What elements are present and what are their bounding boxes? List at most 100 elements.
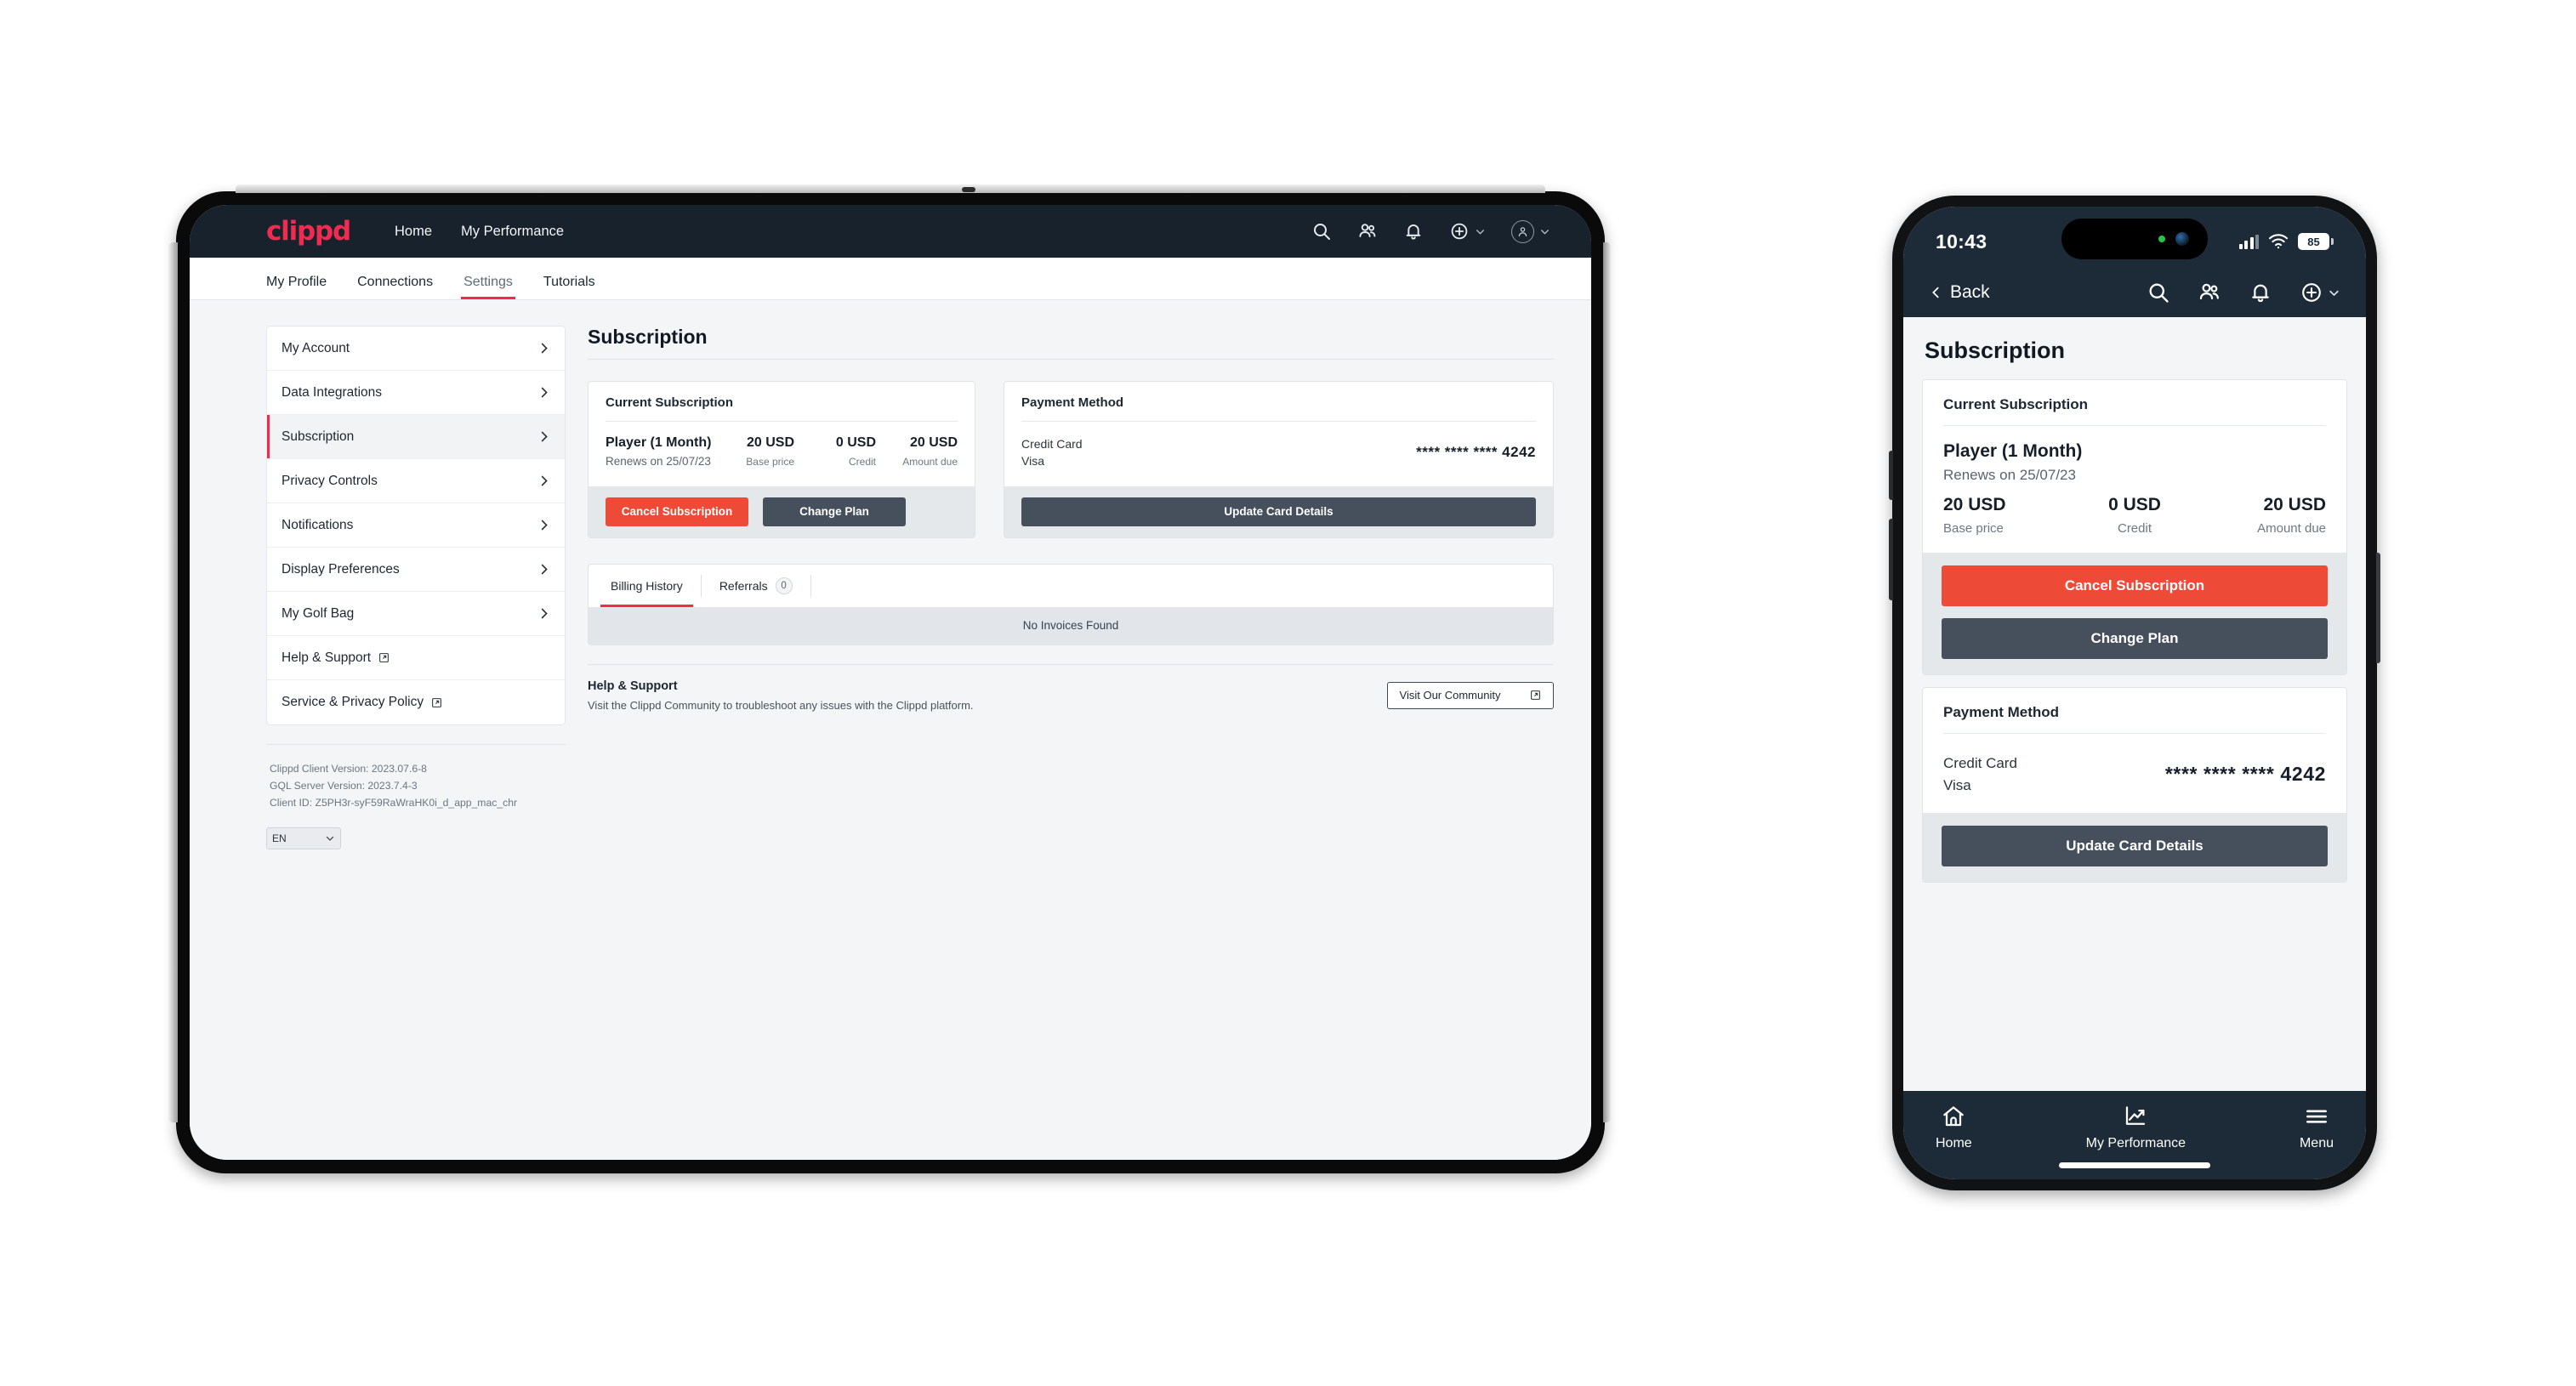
title-divider: [588, 359, 1554, 360]
sidebar-item-label: Data Integrations: [281, 384, 383, 400]
home-icon: [1941, 1104, 1966, 1129]
payment-method-card: Payment Method Credit Card Visa **** ***…: [1922, 687, 2347, 883]
account-menu[interactable]: [1511, 219, 1550, 243]
people-icon[interactable]: [2198, 281, 2221, 304]
chevron-down-icon[interactable]: [2328, 287, 2340, 299]
chevron-down-icon[interactable]: [1539, 226, 1550, 237]
card-body: Credit Card Visa **** **** **** 4242: [1923, 734, 2346, 813]
phone-tabbar: Home My Performance Menu: [1903, 1091, 2366, 1179]
sidebar-item-my-account[interactable]: My Account: [267, 327, 565, 371]
chart-line-icon: [2123, 1104, 2148, 1129]
tab-connections[interactable]: Connections: [357, 275, 433, 299]
tablet-appbar: clippd Home My Performance: [190, 205, 1591, 258]
phone-device-frame: 10:43 85 Back Subscription Current Subsc…: [1889, 196, 2380, 1190]
visit-community-label: Visit Our Community: [1399, 689, 1501, 702]
amount-label: Credit: [2117, 521, 2152, 536]
cancel-subscription-button[interactable]: Cancel Subscription: [606, 497, 748, 526]
plus-circle-icon[interactable]: [1449, 221, 1470, 241]
phone-navbar-actions: [2147, 281, 2340, 304]
phone-navbar: Back: [1903, 268, 2366, 317]
sidebar-item-label: Help & Support: [281, 650, 372, 665]
help-divider: [588, 663, 1554, 665]
page-title: Subscription: [588, 326, 708, 348]
card-body: Player (1 Month) Renews on 25/07/23 20 U…: [589, 422, 975, 486]
tab-tutorials[interactable]: Tutorials: [543, 275, 595, 299]
amount-label: Base price: [1943, 521, 2004, 536]
search-icon[interactable]: [1311, 221, 1332, 241]
language-select-value: EN: [272, 832, 287, 845]
sidebar-item-subscription[interactable]: Subscription: [267, 415, 565, 459]
chevron-right-icon: [537, 474, 550, 487]
plan-renewal-date: Renews on 25/07/23: [1943, 467, 2076, 483]
payment-method-row: Credit Card Visa **** **** **** 4242: [1021, 435, 1536, 470]
settings-main-panel: Subscription Current Subscription Player…: [588, 326, 1554, 1160]
bell-icon[interactable]: [2249, 281, 2272, 304]
add-menu[interactable]: [1449, 221, 1486, 241]
chevron-left-icon: [1929, 284, 1942, 301]
server-version: GQL Server Version: 2023.7.4-3: [270, 780, 418, 792]
status-indicators: 85: [2238, 233, 2334, 250]
sidebar-item-data-integrations[interactable]: Data Integrations: [267, 371, 565, 415]
tabbar-label: Home: [1936, 1136, 1972, 1150]
chevron-right-icon: [537, 607, 550, 620]
update-card-details-button[interactable]: Update Card Details: [1021, 497, 1536, 526]
payment-brand-label: Visa: [1943, 776, 1971, 793]
tab-my-profile[interactable]: My Profile: [266, 275, 327, 299]
change-plan-button[interactable]: Change Plan: [763, 497, 906, 526]
amount-label: Amount due: [902, 456, 958, 468]
battery-indicator: 85: [2298, 233, 2334, 250]
chevron-right-icon: [537, 519, 550, 531]
chevron-down-icon[interactable]: [1475, 226, 1486, 237]
battery-nub: [2331, 238, 2334, 245]
nav-link-my-performance[interactable]: My Performance: [461, 224, 564, 240]
tabbar-item-home[interactable]: Home: [1936, 1104, 1972, 1151]
sidebar-item-service-privacy-policy[interactable]: Service & Privacy Policy: [267, 680, 565, 724]
card-header: Payment Method: [1004, 382, 1553, 410]
people-icon[interactable]: [1357, 221, 1378, 241]
sidebar-item-label: Display Preferences: [281, 561, 400, 577]
amount-value: 20 USD: [746, 435, 794, 450]
payment-method-type: Credit Card Visa: [1021, 435, 1083, 470]
tablet-tab-strip: My Profile Connections Settings Tutorial…: [190, 258, 1591, 300]
sidebar-item-help-support[interactable]: Help & Support: [267, 636, 565, 680]
amount-value: 20 USD: [2263, 495, 2326, 514]
visit-community-button[interactable]: Visit Our Community: [1387, 681, 1554, 709]
avatar[interactable]: [1511, 219, 1534, 243]
tab-billing-history[interactable]: Billing History: [600, 565, 693, 607]
tab-settings[interactable]: Settings: [461, 275, 515, 299]
subscription-cards-row: Current Subscription Player (1 Month) Re…: [588, 381, 1554, 538]
nav-link-home[interactable]: Home: [395, 224, 432, 240]
sidebar-item-privacy-controls[interactable]: Privacy Controls: [267, 459, 565, 503]
language-selector-wrap: EN: [266, 827, 566, 850]
plus-circle-icon[interactable]: [2300, 281, 2323, 304]
help-title: Help & Support: [588, 679, 678, 693]
cellular-signal-icon: [2238, 234, 2259, 249]
search-icon[interactable]: [2147, 281, 2170, 304]
amount-label: Base price: [746, 456, 794, 468]
sidebar-item-display-preferences[interactable]: Display Preferences: [267, 548, 565, 592]
bell-icon[interactable]: [1403, 221, 1424, 241]
settings-menu-card: My Account Data Integrations Subscriptio…: [266, 326, 566, 725]
tabbar-item-my-performance[interactable]: My Performance: [2086, 1104, 2186, 1151]
sidebar-item-notifications[interactable]: Notifications: [267, 503, 565, 548]
plan-name: Player (1 Month): [606, 435, 712, 450]
card-actions: Update Card Details: [1004, 486, 1553, 537]
help-text-block: Help & Support Visit the Clippd Communit…: [588, 679, 974, 712]
change-plan-button[interactable]: Change Plan: [1942, 618, 2328, 659]
back-button[interactable]: Back: [1929, 282, 1990, 303]
update-card-details-button[interactable]: Update Card Details: [1942, 826, 2328, 866]
language-select[interactable]: EN: [266, 827, 341, 850]
chevron-right-icon: [537, 563, 550, 576]
clippd-logo[interactable]: clippd: [266, 216, 351, 247]
cancel-subscription-button[interactable]: Cancel Subscription: [1942, 565, 2328, 606]
sidebar-item-label: My Golf Bag: [281, 605, 355, 621]
tabbar-label: My Performance: [2085, 1136, 2186, 1150]
payment-method-type: Credit Card Visa: [1943, 753, 2017, 796]
card-title: Current Subscription: [1943, 396, 2089, 412]
tab-referrals[interactable]: Referrals 0: [716, 565, 796, 607]
add-menu[interactable]: [2300, 281, 2340, 304]
tabbar-item-menu[interactable]: Menu: [2300, 1104, 2334, 1151]
plan-amounts: 20 USD Base price 0 USD Credit 20 USD Am…: [1943, 495, 2326, 536]
tablet-appbar-actions: [1311, 219, 1550, 243]
sidebar-item-my-golf-bag[interactable]: My Golf Bag: [267, 592, 565, 636]
